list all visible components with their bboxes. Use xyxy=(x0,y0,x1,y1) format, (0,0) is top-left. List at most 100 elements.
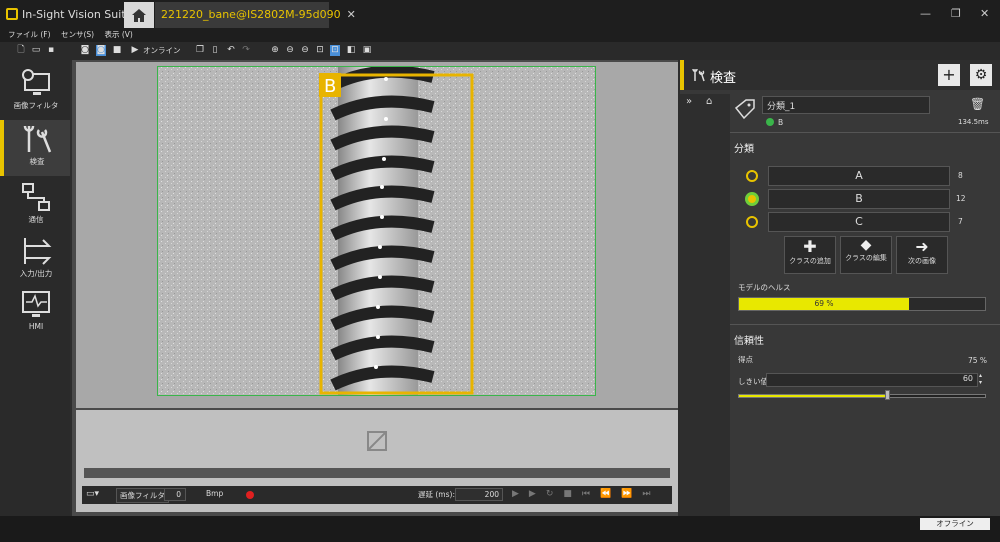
no-image-icon xyxy=(367,431,387,451)
fit-image-icon[interactable]: ⊡ xyxy=(330,45,340,56)
delay-label: 遅延 (ms): xyxy=(418,490,455,499)
play-icon[interactable]: ▶ xyxy=(130,45,140,56)
nav-inspection[interactable]: 検査 xyxy=(0,120,70,176)
class-c-count: 7 xyxy=(958,217,963,226)
camera-icon[interactable]: ◙ xyxy=(80,45,90,56)
paste-icon[interactable]: ▯ xyxy=(210,45,220,56)
section-classify: 分類 xyxy=(734,144,754,155)
horizontal-scrollbar[interactable] xyxy=(84,468,670,478)
inspection-panel: 検査 + ⚙ » ⌂ 分類_1 B 🗑 134.5ms 分類 A 8 B 12 … xyxy=(680,60,1000,516)
plus-icon: ✚ xyxy=(803,237,817,256)
nav-label: 検査 xyxy=(29,157,45,166)
document-tab[interactable]: 221220_bane@IS2802M-95d090 ✕ xyxy=(155,2,356,28)
health-bar: 69 % xyxy=(738,297,986,311)
score-label: 得点 xyxy=(738,355,753,364)
home-tab[interactable] xyxy=(124,2,154,28)
monitor-pulse-icon xyxy=(22,291,50,317)
menu-sensor[interactable]: センサ(S) xyxy=(61,29,94,40)
copy-icon[interactable]: ❐ xyxy=(195,45,205,56)
menu-bar: ファイル (F) センサ(S) 表示 (V) xyxy=(0,28,1000,42)
nav-hmi[interactable]: HMI xyxy=(8,286,64,342)
nav-communication[interactable]: 通信 xyxy=(8,178,64,234)
class-b-count: 12 xyxy=(956,194,966,203)
fit-icon[interactable]: ⊡ xyxy=(315,45,325,56)
format-select[interactable]: Bmp xyxy=(206,489,223,498)
result-status-icon xyxy=(766,118,774,126)
toolbar: 🗋 ▭ ▪ ◙ ◙ ■ ▶ オンライン ❐ ▯ ↶ ↷ ⊕ ⊖ ⊖ ⊡ ⊡ ◧ … xyxy=(0,42,1000,60)
class-a-button[interactable]: A xyxy=(768,166,950,186)
threshold-stepper[interactable]: ▴ ▾ xyxy=(979,372,982,386)
delay-input[interactable]: 200 xyxy=(455,488,503,501)
playback-controls-icon[interactable]: ▶▶↻■⏮⏪⏩⏭ xyxy=(512,489,661,499)
close-window-button[interactable]: ✕ xyxy=(980,7,989,20)
zoom-reset-icon[interactable]: ⊖ xyxy=(300,45,310,56)
filter-value-input[interactable]: 0 xyxy=(164,488,186,501)
health-value: 69 % xyxy=(814,299,834,308)
online-button[interactable]: オンライン xyxy=(143,45,181,56)
class-b-button[interactable]: B xyxy=(768,189,950,209)
add-button[interactable]: + xyxy=(938,64,960,86)
class-b-radio[interactable] xyxy=(745,192,759,206)
nav-label: 画像フィルタ xyxy=(13,101,59,110)
section-reliability: 信頼性 xyxy=(734,336,764,347)
new-file-icon[interactable]: 🗋 xyxy=(16,45,26,56)
add-class-button[interactable]: ✚ クラスの追加 xyxy=(784,236,836,274)
threshold-input[interactable]: 60 xyxy=(766,373,978,387)
undo-icon[interactable]: ↶ xyxy=(226,45,236,56)
left-nav: 画像フィルタ 検査 通信 入力/出力 HMI xyxy=(0,60,70,516)
zoom-out-icon[interactable]: ⊖ xyxy=(285,45,295,56)
folder-icon[interactable]: ▭▾ xyxy=(86,489,99,499)
trigger-camera-icon[interactable]: ◙ xyxy=(96,45,106,56)
filmstrip-area: ▭▾ 画像フィルタ 0 Bmp 遅延 (ms): 200 ▶▶↻■⏮⏪⏩⏭ xyxy=(76,410,678,512)
panel-title: 検査 xyxy=(710,71,737,86)
offline-status: オフライン xyxy=(920,518,990,530)
network-icon xyxy=(22,183,50,211)
image-icon[interactable]: ▣ xyxy=(362,45,372,56)
threshold-slider[interactable] xyxy=(738,390,986,400)
threshold-label: しきい値 xyxy=(738,377,768,386)
class-a-radio[interactable] xyxy=(746,170,758,182)
app-logo-icon xyxy=(6,8,18,20)
tools-icon xyxy=(23,125,52,153)
title-bar: In-Sight Vision Suite 221220_bane@IS2802… xyxy=(0,0,1000,28)
close-tab-icon[interactable]: ✕ xyxy=(347,8,356,21)
open-folder-icon[interactable]: ▭ xyxy=(31,45,41,56)
record-icon[interactable] xyxy=(246,491,254,499)
class-c-button[interactable]: C xyxy=(768,212,950,232)
minimize-button[interactable]: — xyxy=(920,7,931,20)
tool-name-input[interactable]: 分類_1 xyxy=(762,96,930,114)
tools-icon xyxy=(692,68,705,82)
tag-icon[interactable]: ⌂ xyxy=(706,96,712,107)
bottom-bar: ▭▾ 画像フィルタ 0 Bmp 遅延 (ms): 200 ▶▶↻■⏮⏪⏩⏭ xyxy=(82,486,672,504)
next-image-label: 次の画像 xyxy=(908,257,936,265)
redo-icon[interactable]: ↷ xyxy=(241,45,251,56)
nav-label: 通信 xyxy=(28,215,44,224)
menu-file[interactable]: ファイル (F) xyxy=(8,29,51,40)
image-filter-select[interactable]: 画像フィルタ xyxy=(116,488,169,503)
settings-gear-icon[interactable]: ⚙ xyxy=(970,64,992,86)
inspection-image[interactable]: B xyxy=(157,66,596,396)
spring-image: B xyxy=(158,67,595,395)
expand-icon[interactable]: » xyxy=(686,96,692,107)
overlay-icon[interactable]: ◧ xyxy=(346,45,356,56)
menu-view[interactable]: 表示 (V) xyxy=(104,29,132,40)
document-tab-title: 221220_bane@IS2802M-95d090 xyxy=(161,8,341,21)
panel-side-strip: » ⌂ xyxy=(680,94,730,516)
next-image-button[interactable]: ➜ 次の画像 xyxy=(896,236,948,274)
delete-trash-icon[interactable]: 🗑 xyxy=(970,97,985,111)
class-c-radio[interactable] xyxy=(746,216,758,228)
nav-label: HMI xyxy=(28,322,44,331)
eraser-icon: ◆ xyxy=(860,237,872,253)
tool-result: B xyxy=(778,118,784,127)
monitor-gear-icon xyxy=(22,69,50,95)
score-value: 75 % xyxy=(968,356,988,365)
edit-class-button[interactable]: ◆ クラスの編集 xyxy=(840,236,892,274)
nav-io[interactable]: 入力/出力 xyxy=(8,232,64,288)
detection-label: B xyxy=(324,76,336,97)
maximize-button[interactable]: ❐ xyxy=(951,7,961,20)
nav-image-filter[interactable]: 画像フィルタ xyxy=(8,64,64,120)
video-icon[interactable]: ■ xyxy=(112,45,122,56)
save-icon[interactable]: ▪ xyxy=(46,45,56,56)
zoom-in-icon[interactable]: ⊕ xyxy=(270,45,280,56)
nav-label: 入力/出力 xyxy=(19,269,53,278)
